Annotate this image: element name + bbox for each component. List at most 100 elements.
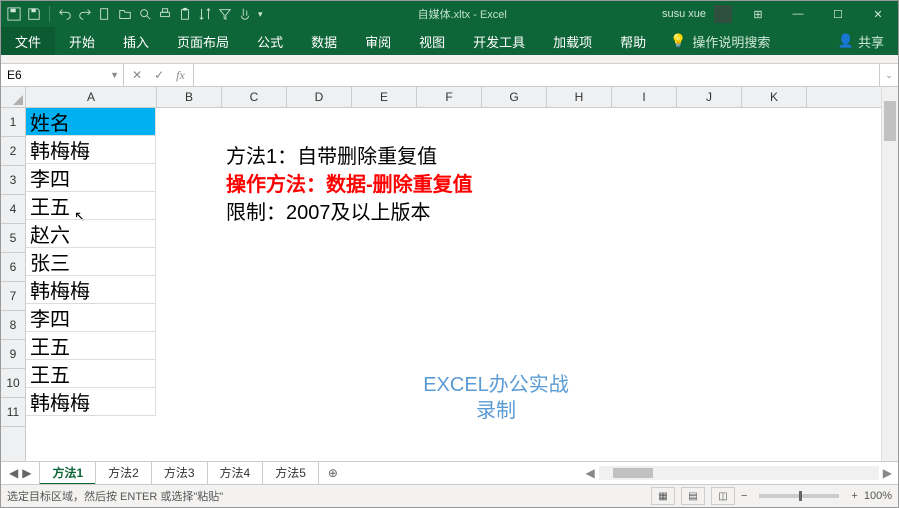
zoom-in-icon[interactable]: + [851,490,857,502]
avatar [714,5,732,23]
col-header-B[interactable]: B [157,87,222,107]
filter-icon[interactable] [218,7,232,21]
paste-icon[interactable] [178,7,192,21]
title-bar: ▾ 自媒体.xltx - Excel susu xue ⊞ — ☐ ✕ [1,1,898,27]
zoom-out-icon[interactable]: − [741,490,747,502]
tab-view[interactable]: 视图 [405,27,459,55]
tab-developer[interactable]: 开发工具 [459,27,539,55]
col-header-A[interactable]: A [26,87,157,107]
col-header-F[interactable]: F [417,87,482,107]
share-button[interactable]: 👤共享 [824,27,898,55]
sheet-tab[interactable]: 方法5 [262,461,319,485]
tab-review[interactable]: 审阅 [351,27,405,55]
add-sheet-icon[interactable]: ⊕ [318,466,348,480]
sheet-tab[interactable]: 方法3 [151,461,208,485]
cell-A5[interactable]: 赵六 [26,220,156,248]
text-brand: EXCEL办公实战 [396,368,596,397]
status-text: 选定目标区域，然后按 ENTER 或选择"粘贴" [7,488,223,504]
tab-file[interactable]: 文件 [1,27,55,55]
fx-icon[interactable]: fx [176,68,185,83]
view-break-icon[interactable]: ◫ [711,487,735,505]
row-header[interactable]: 5 [1,224,25,253]
tab-insert[interactable]: 插入 [109,27,163,55]
enter-formula-icon[interactable]: ✓ [154,68,164,82]
view-normal-icon[interactable]: ▦ [651,487,675,505]
save-icon[interactable] [27,7,41,21]
tab-help[interactable]: 帮助 [606,27,660,55]
row-header[interactable]: 2 [1,137,25,166]
expand-formula-icon[interactable]: ⌄ [879,64,898,86]
qat-more-icon[interactable]: ▾ [258,9,263,20]
row-header[interactable]: 11 [1,398,25,427]
cell-A2[interactable]: 韩梅梅 [26,136,156,164]
ribbon-options-icon[interactable]: ⊞ [738,1,778,27]
row-headers: 1234567891011 [1,108,26,461]
share-icon: 👤 [838,33,854,49]
name-box[interactable]: E6▼ [1,64,124,86]
tab-next-icon[interactable]: ▶ [22,466,31,480]
new-icon[interactable] [98,7,112,21]
zoom-slider[interactable] [759,494,839,498]
sheet-tab[interactable]: 方法2 [95,461,152,485]
user-area[interactable]: susu xue [656,5,738,23]
sort-icon[interactable] [198,7,212,21]
horizontal-scrollbar[interactable] [599,466,879,480]
cell-A11[interactable]: 韩梅梅 [26,388,156,416]
touch-icon[interactable] [238,7,252,21]
select-all-corner[interactable] [1,87,26,108]
col-header-H[interactable]: H [547,87,612,107]
cell-A7[interactable]: 韩梅梅 [26,276,156,304]
print-icon[interactable] [158,7,172,21]
vertical-scrollbar[interactable] [881,87,898,461]
col-header-D[interactable]: D [287,87,352,107]
col-header-I[interactable]: I [612,87,677,107]
tab-formulas[interactable]: 公式 [243,27,297,55]
tab-data[interactable]: 数据 [297,27,351,55]
redo-icon[interactable] [78,7,92,21]
column-headers: ABCDEFGHIJK [26,87,881,108]
cell-A1[interactable]: 姓名 [26,108,156,136]
open-icon[interactable] [118,7,132,21]
cell-A10[interactable]: 王五 [26,360,156,388]
cell-A8[interactable]: 李四 [26,304,156,332]
cells-area[interactable]: 方法1：自带删除重复值 操作方法：数据-删除重复值 限制：2007及以上版本 E… [26,108,881,461]
user-name: susu xue [662,8,706,20]
zoom-value[interactable]: 100% [864,490,892,502]
row-header[interactable]: 4 [1,195,25,224]
col-header-E[interactable]: E [352,87,417,107]
row-header[interactable]: 7 [1,282,25,311]
minimize-icon[interactable]: — [778,1,818,27]
cell-A4[interactable]: 王五 [26,192,156,220]
col-header-G[interactable]: G [482,87,547,107]
row-header[interactable]: 6 [1,253,25,282]
sheet-tab-bar: ◀▶ 方法1方法2方法3方法4方法5 ⊕ ◀ ▶ [1,461,898,484]
status-bar: 选定目标区域，然后按 ENTER 或选择"粘贴" ▦ ▤ ◫ − + 100% [1,484,898,507]
col-header-J[interactable]: J [677,87,742,107]
row-header[interactable]: 10 [1,369,25,398]
maximize-icon[interactable]: ☐ [818,1,858,27]
row-header[interactable]: 9 [1,340,25,369]
chevron-down-icon[interactable]: ▼ [110,70,119,80]
cell-A3[interactable]: 李四 [26,164,156,192]
row-header[interactable]: 8 [1,311,25,340]
tab-prev-icon[interactable]: ◀ [9,466,18,480]
row-header[interactable]: 3 [1,166,25,195]
autosave-icon[interactable] [7,7,21,21]
formula-input[interactable] [194,64,879,86]
tab-addins[interactable]: 加载项 [539,27,606,55]
view-layout-icon[interactable]: ▤ [681,487,705,505]
col-header-C[interactable]: C [222,87,287,107]
sheet-tab[interactable]: 方法1 [39,461,96,485]
col-header-K[interactable]: K [742,87,807,107]
cell-A9[interactable]: 王五 [26,332,156,360]
undo-icon[interactable] [58,7,72,21]
cancel-formula-icon[interactable]: ✕ [132,68,142,82]
tab-home[interactable]: 开始 [55,27,109,55]
row-header[interactable]: 1 [1,108,25,137]
close-icon[interactable]: ✕ [858,1,898,27]
sheet-tab[interactable]: 方法4 [207,461,264,485]
cell-A6[interactable]: 张三 [26,248,156,276]
tell-me[interactable]: 💡操作说明搜索 [660,27,780,55]
tab-layout[interactable]: 页面布局 [163,27,243,55]
preview-icon[interactable] [138,7,152,21]
